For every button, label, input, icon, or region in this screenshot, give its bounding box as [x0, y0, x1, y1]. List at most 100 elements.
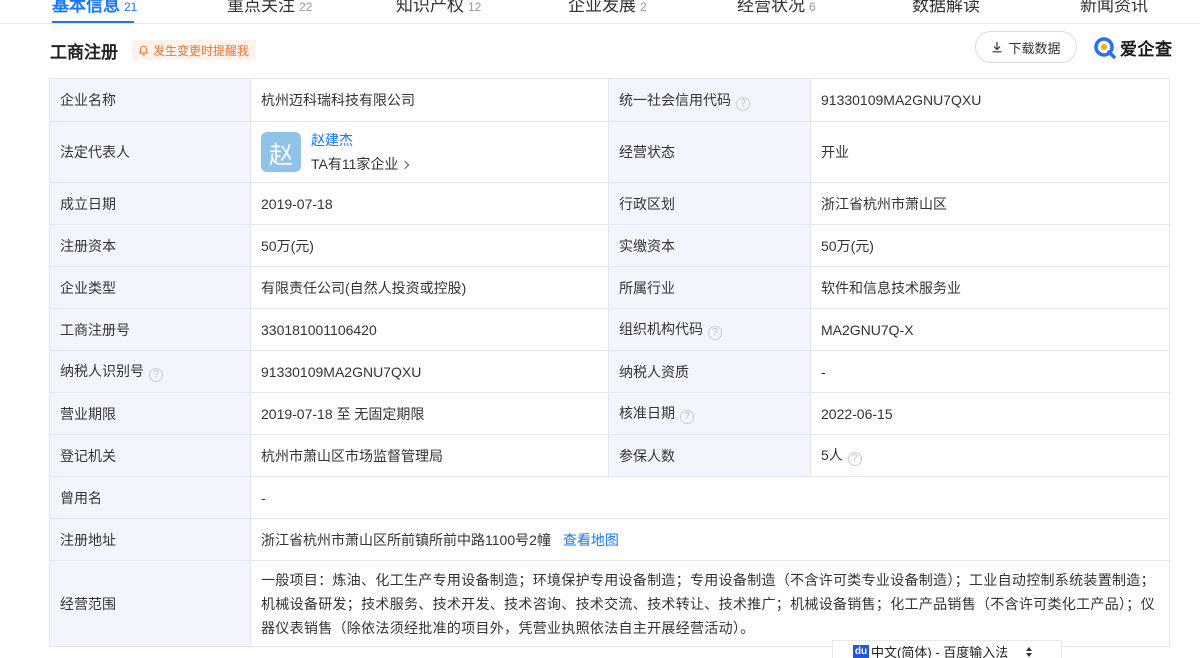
label-scope: 经营范围 — [49, 560, 251, 647]
ime-switch-icon[interactable] — [1026, 646, 1033, 657]
tab-news[interactable]: 新闻资讯 — [1080, 0, 1148, 16]
tab-label: 基本信息 — [52, 0, 120, 15]
help-icon[interactable]: ? — [847, 452, 862, 466]
label-industry: 所属行业 — [608, 266, 811, 309]
tab-data-insight[interactable]: 数据解读 — [912, 0, 980, 16]
label-paid-capital: 实缴资本 — [608, 224, 811, 267]
value-founded: 2019-07-18 — [250, 182, 609, 225]
value-insured: 5人? — [810, 434, 1170, 477]
tab-label: 新闻资讯 — [1080, 0, 1148, 15]
value-credit-code: 91330109MA2GNU7QXU — [810, 78, 1170, 122]
tab-label: 经营状况 — [737, 0, 805, 15]
aiqicha-logo-icon — [1094, 36, 1116, 59]
ime-status-bar[interactable]: du 中文(简体) - 百度输入法 — [832, 640, 1062, 658]
value-term: 2019-07-18 至 无固定期限 — [250, 392, 609, 435]
chevron-right-icon — [401, 160, 410, 170]
view-map-link[interactable]: 查看地图 — [563, 532, 619, 548]
table-row: 曾用名 - — [49, 476, 1170, 519]
tab-count: 6 — [809, 0, 816, 14]
tab-key-focus[interactable]: 重点关注 22 — [227, 0, 312, 16]
tab-operations[interactable]: 经营状况 6 — [737, 0, 816, 16]
tab-label: 数据解读 — [912, 0, 980, 15]
section-title: 工商注册 — [50, 43, 118, 62]
label-region: 行政区划 — [608, 182, 811, 225]
table-row: 营业期限 2019-07-18 至 无固定期限 核准日期? 2022-06-15 — [49, 392, 1170, 435]
label-legal-rep: 法定代表人 — [49, 121, 251, 183]
table-row: 纳税人识别号? 91330109MA2GNU7QXU 纳税人资质 - — [49, 350, 1170, 393]
table-row: 企业类型 有限责任公司(自然人投资或控股) 所属行业 软件和信息技术服务业 — [49, 266, 1170, 309]
value-legal-rep: 赵 赵建杰 TA有11家企业 — [250, 121, 609, 183]
value-authority: 杭州市萧山区市场监督管理局 — [250, 434, 609, 477]
label-authority: 登记机关 — [49, 434, 251, 477]
active-tab-indicator — [52, 21, 134, 23]
table-row: 经营范围 一般项目：炼油、化工生产专用设备制造；环境保护专用设备制造；专用设备制… — [49, 560, 1170, 647]
value-status: 开业 — [810, 121, 1170, 183]
tab-basic-info[interactable]: 基本信息 21 — [52, 0, 137, 16]
value-company-type: 有限责任公司(自然人投资或控股) — [250, 266, 609, 309]
address-text: 浙江省杭州市萧山区所前镇所前中路1100号2幢 — [261, 531, 551, 548]
value-reg-capital: 50万(元) — [250, 224, 609, 267]
tab-bar: 基本信息 21 重点关注 22 知识产权 12 企业发展 2 经营状况 6 数据解读 新闻… — [0, 0, 1200, 24]
label-status: 经营状态 — [608, 121, 811, 183]
table-row: 注册资本 50万(元) 实缴资本 50万(元) — [49, 224, 1170, 267]
label-text: 核准日期 — [619, 405, 675, 421]
value-reg-no: 330181001106420 — [250, 308, 609, 351]
bell-icon — [138, 45, 149, 55]
business-registration-table: 企业名称 杭州迈科瑞科技有限公司 统一社会信用代码? 91330109MA2GN… — [49, 78, 1170, 647]
legal-rep-companies-text: TA有11家企业 — [311, 156, 399, 172]
help-icon[interactable]: ? — [149, 368, 163, 382]
help-icon[interactable]: ? — [680, 410, 694, 424]
help-icon[interactable]: ? — [736, 96, 750, 111]
table-row: 登记机关 杭州市萧山区市场监督管理局 参保人数 5人? — [49, 434, 1170, 477]
table-row: 成立日期 2019-07-18 行政区划 浙江省杭州市萧山区 — [49, 182, 1170, 225]
help-icon[interactable]: ? — [708, 326, 722, 340]
label-approval-date: 核准日期? — [608, 392, 811, 435]
label-taxpayer-quali: 纳税人资质 — [608, 350, 811, 393]
value-industry: 软件和信息技术服务业 — [810, 266, 1170, 309]
change-reminder-label: 发生变更时提醒我 — [153, 43, 250, 58]
label-insured: 参保人数 — [608, 434, 811, 477]
legal-rep-card: 赵 赵建杰 TA有11家企业 — [261, 130, 598, 174]
table-row: 工商注册号 330181001106420 组织机构代码? MA2GNU7Q-X — [49, 308, 1170, 351]
label-text: 组织机构代码 — [619, 321, 703, 337]
tab-label: 企业发展 — [568, 0, 636, 15]
value-paid-capital: 50万(元) — [810, 224, 1170, 267]
label-org-code: 组织机构代码? — [608, 308, 811, 351]
label-reg-no: 工商注册号 — [49, 308, 251, 351]
table-row: 企业名称 杭州迈科瑞科技有限公司 统一社会信用代码? 91330109MA2GN… — [49, 78, 1170, 122]
value-tax-id: 91330109MA2GNU7QXU — [250, 350, 609, 393]
value-taxpayer-quali: - — [810, 350, 1170, 393]
download-data-label: 下载数据 — [1008, 40, 1061, 56]
value-company-name: 杭州迈科瑞科技有限公司 — [250, 78, 609, 122]
tab-label: 重点关注 — [227, 0, 295, 15]
label-text: 纳税人识别号 — [60, 363, 144, 379]
download-data-button[interactable]: 下载数据 — [975, 31, 1077, 63]
download-icon — [992, 42, 1002, 53]
change-reminder-button[interactable]: 发生变更时提醒我 — [132, 40, 257, 60]
value-approval-date: 2022-06-15 — [810, 392, 1170, 435]
label-tax-id: 纳税人识别号? — [49, 350, 251, 393]
label-text: 统一社会信用代码 — [619, 91, 731, 108]
label-company-name: 企业名称 — [49, 78, 251, 122]
label-company-type: 企业类型 — [49, 266, 251, 309]
value-text: 5人 — [821, 447, 843, 463]
value-former-name: - — [250, 476, 1170, 519]
label-founded: 成立日期 — [49, 182, 251, 225]
legal-rep-name-link[interactable]: 赵建杰 — [311, 130, 408, 150]
aiqicha-logo-text: 爱企查 — [1120, 40, 1173, 59]
label-credit-code: 统一社会信用代码? — [608, 78, 811, 122]
tab-development[interactable]: 企业发展 2 — [568, 0, 647, 16]
tab-count: 21 — [124, 0, 138, 14]
tab-ip[interactable]: 知识产权 12 — [396, 0, 481, 16]
label-reg-capital: 注册资本 — [49, 224, 251, 267]
tab-count: 22 — [299, 0, 313, 14]
legal-rep-companies-link[interactable]: TA有11家企业 — [311, 154, 410, 174]
label-term: 营业期限 — [49, 392, 251, 435]
table-row: 注册地址 浙江省杭州市萧山区所前镇所前中路1100号2幢 查看地图 — [49, 518, 1170, 561]
aiqicha-logo: 爱企查 — [1093, 35, 1173, 60]
avatar[interactable]: 赵 — [261, 132, 301, 172]
label-former-name: 曾用名 — [49, 476, 251, 519]
label-address: 注册地址 — [49, 518, 251, 561]
tab-count: 2 — [640, 0, 647, 14]
tab-label: 知识产权 — [396, 0, 464, 15]
